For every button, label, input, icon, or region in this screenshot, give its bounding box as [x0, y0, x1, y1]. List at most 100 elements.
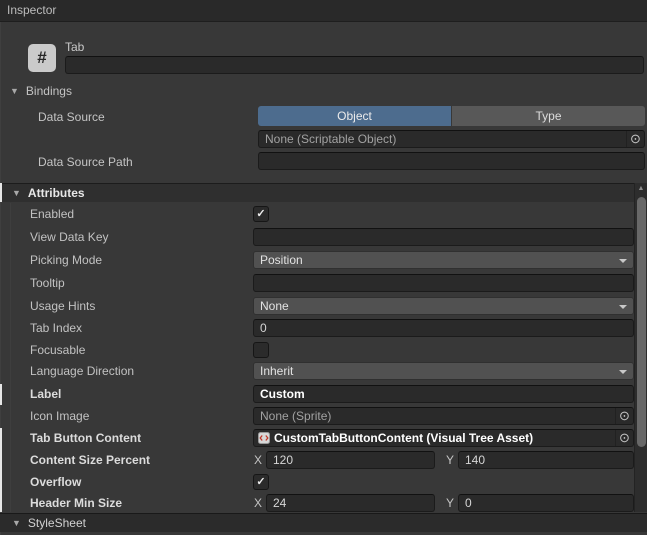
focusable-label: Focusable — [30, 343, 85, 357]
data-source-object-field[interactable]: None (Scriptable Object) ⊙ — [258, 130, 645, 148]
header-min-size-label: Header Min Size — [30, 496, 122, 510]
row-tab-index: Tab Index 0 — [0, 319, 634, 340]
y-axis-label: Y — [446, 453, 454, 467]
usage-hints-dropdown[interactable]: None — [253, 297, 634, 315]
row-overflow: Overflow ✓ — [0, 473, 634, 494]
picking-mode-label: Picking Mode — [30, 253, 102, 267]
foldout-arrow-icon[interactable]: ▼ — [10, 86, 19, 96]
picking-mode-value: Position — [260, 253, 303, 267]
language-direction-dropdown[interactable]: Inherit — [253, 362, 634, 380]
row-content-size-percent: Content Size Percent X 120 Y 140 — [0, 451, 634, 472]
icon-image-object-field[interactable]: None (Sprite) ⊙ — [253, 407, 634, 425]
data-source-label: Data Source — [38, 110, 105, 124]
object-tab-label: Object — [337, 109, 372, 123]
tab-index-input[interactable]: 0 — [253, 319, 634, 337]
tooltip-input[interactable] — [253, 274, 634, 292]
hash-icon: # — [37, 48, 46, 67]
data-source-object-tab[interactable]: Object — [258, 106, 451, 126]
element-type-label: Tab — [65, 40, 84, 54]
row-icon-image: Icon Image None (Sprite) ⊙ — [0, 407, 634, 428]
row-picking-mode: Picking Mode Position — [0, 251, 634, 272]
data-source-type-tab[interactable]: Type — [452, 106, 645, 126]
inspector-tab-label: Inspector — [7, 3, 56, 17]
icon-image-label: Icon Image — [30, 409, 89, 423]
y-axis-label: Y — [446, 496, 454, 510]
tab-button-content-object-field[interactable]: CustomTabButtonContent (Visual Tree Asse… — [253, 429, 634, 447]
chevron-down-icon — [619, 305, 627, 309]
row-label: Label Custom — [0, 385, 634, 406]
x-axis-label: X — [254, 496, 262, 510]
scroll-up-arrow-icon[interactable]: ▲ — [635, 185, 647, 192]
usage-hints-value: None — [260, 299, 289, 313]
overflow-label: Overflow — [30, 475, 81, 489]
stylesheet-foldout-label: StyleSheet — [28, 516, 86, 530]
scrollbar-thumb[interactable] — [637, 197, 646, 447]
tab-component-icon: # — [28, 44, 56, 72]
data-source-path-input[interactable] — [258, 152, 645, 170]
inspector-tab[interactable]: Inspector — [0, 0, 647, 22]
content-size-percent-y-value: 140 — [465, 453, 485, 467]
label-input[interactable]: Custom — [253, 385, 634, 403]
tooltip-label: Tooltip — [30, 276, 65, 290]
tab-button-content-label: Tab Button Content — [30, 431, 141, 445]
enabled-label: Enabled — [30, 207, 74, 221]
view-data-key-label: View Data Key — [30, 230, 109, 244]
enabled-checkbox[interactable]: ✓ — [253, 206, 269, 222]
row-header-min-size: Header Min Size X 24 Y 0 — [0, 494, 634, 515]
content-size-percent-y-input[interactable]: 140 — [458, 451, 634, 469]
row-tooltip: Tooltip — [0, 274, 634, 295]
picking-mode-dropdown[interactable]: Position — [253, 251, 634, 269]
type-tab-label: Type — [535, 109, 561, 123]
usage-hints-label: Usage Hints — [30, 299, 95, 313]
content-size-percent-x-value: 120 — [273, 453, 293, 467]
row-tab-button-content: Tab Button Content CustomTabButtonConten… — [0, 429, 634, 450]
tab-index-value: 0 — [260, 321, 267, 335]
label-attr-label: Label — [30, 387, 61, 401]
row-enabled: Enabled ✓ — [0, 205, 634, 226]
content-size-percent-x-input[interactable]: 120 — [266, 451, 435, 469]
object-picker-icon[interactable]: ⊙ — [626, 131, 644, 147]
modified-indicator — [0, 384, 2, 405]
header-min-size-y-input[interactable]: 0 — [458, 494, 634, 512]
vertical-scrollbar[interactable]: ▲ — [634, 183, 647, 512]
check-icon: ✓ — [256, 476, 265, 488]
data-source-tabgroup: Object Type — [258, 106, 645, 126]
modified-indicator — [0, 428, 2, 512]
attributes-foldout-label: Attributes — [28, 186, 85, 200]
header-min-size-y-value: 0 — [465, 496, 472, 510]
chevron-down-icon — [619, 259, 627, 263]
element-name-input[interactable] — [65, 56, 644, 74]
data-source-object-value: None (Scriptable Object) — [259, 131, 644, 147]
bindings-foldout-label: Bindings — [26, 84, 72, 98]
content-size-percent-label: Content Size Percent — [30, 453, 150, 467]
header-min-size-x-input[interactable]: 24 — [266, 494, 435, 512]
check-icon: ✓ — [256, 208, 265, 220]
language-direction-label: Language Direction — [30, 364, 134, 378]
header-min-size-x-value: 24 — [273, 496, 286, 510]
foldout-arrow-icon[interactable]: ▼ — [12, 518, 21, 528]
data-source-path-label: Data Source Path — [38, 155, 133, 169]
modified-indicator — [0, 183, 2, 202]
chevron-down-icon — [619, 370, 627, 374]
stylesheet-foldout[interactable]: ▼ StyleSheet — [0, 513, 647, 532]
language-direction-value: Inherit — [260, 364, 293, 378]
icon-image-value: None (Sprite) — [254, 408, 633, 424]
inspector-panel: Inspector # Tab ▼ Bindings Data Source Ob… — [0, 0, 647, 535]
visual-tree-asset-icon — [258, 432, 270, 444]
view-data-key-input[interactable] — [253, 228, 634, 246]
label-value: Custom — [260, 387, 305, 401]
foldout-arrow-icon[interactable]: ▼ — [12, 188, 21, 198]
tab-index-label: Tab Index — [30, 321, 82, 335]
object-picker-icon[interactable]: ⊙ — [615, 430, 633, 446]
tab-button-content-value: CustomTabButtonContent (Visual Tree Asse… — [274, 431, 533, 446]
bindings-foldout[interactable]: ▼ Bindings — [10, 84, 72, 98]
x-axis-label: X — [254, 453, 262, 467]
row-view-data-key: View Data Key — [0, 228, 634, 249]
object-picker-icon[interactable]: ⊙ — [615, 408, 633, 424]
attributes-foldout[interactable]: ▼ Attributes — [0, 183, 647, 202]
row-usage-hints: Usage Hints None — [0, 297, 634, 318]
focusable-checkbox[interactable] — [253, 342, 269, 358]
overflow-checkbox[interactable]: ✓ — [253, 474, 269, 490]
row-language-direction: Language Direction Inherit — [0, 362, 634, 383]
row-focusable: Focusable — [0, 341, 634, 362]
